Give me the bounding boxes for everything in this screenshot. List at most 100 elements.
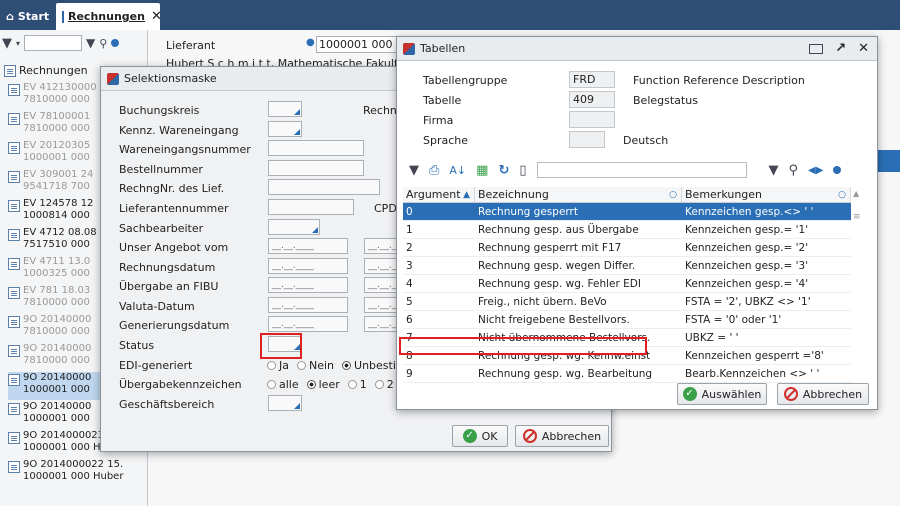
tree-item-line2: 7810000 000 — [23, 94, 90, 105]
funnel-icon[interactable]: ▼ — [769, 163, 779, 178]
print-icon[interactable]: ⎙ — [429, 163, 439, 178]
cell-bemerkungen: UBKZ = ' ' — [685, 332, 739, 344]
dot-icon[interactable] — [833, 166, 842, 174]
tabellengruppe-field[interactable]: FRD — [569, 71, 615, 88]
edi-radio-option[interactable]: Ja — [267, 359, 289, 372]
sel-input[interactable] — [268, 140, 364, 156]
table-row[interactable]: 0 Rechnung gesperrt Kennzeichen gesp.<> ' … — [403, 203, 851, 221]
keyboard-icon[interactable] — [809, 43, 824, 54]
tree-item-line2: 7810000 000 — [23, 297, 90, 308]
tree-item-line2: 7810000 000 — [23, 326, 90, 337]
tree-item-line2: 1000001 000 Huber — [23, 471, 124, 482]
tree-item-line2: 7810000 000 — [23, 123, 90, 134]
ueber-radio-option[interactable]: 1 — [347, 378, 367, 391]
document-icon — [8, 316, 20, 328]
auswaehlen-button[interactable]: ✓ Auswählen — [677, 383, 767, 405]
refresh-icon[interactable]: ↻ — [498, 163, 509, 178]
firma-field[interactable] — [569, 111, 615, 128]
sel-field-label: Wareneingangsnummer — [119, 143, 251, 156]
new-document-icon[interactable]: ▯ — [519, 163, 526, 178]
sel-input[interactable] — [268, 121, 302, 137]
filter-icon[interactable]: ▼ — [409, 163, 419, 178]
tab-start[interactable]: ⌂ Start — [2, 4, 52, 28]
tree-item[interactable]: 9O 2014000022 15. 1000001 000 Huber — [8, 459, 148, 487]
sel-input[interactable] — [268, 199, 354, 215]
table-row[interactable]: 3 Rechnung gesp. wegen Differ. Kennzeichen… — [403, 257, 851, 275]
sel-field-label: Übergabe an FIBU — [119, 280, 219, 293]
sel-field-label: EDI-generiert — [119, 359, 193, 372]
tabellen-dialog: Tabellen ↗ ✕ Tabellengruppe FRD Function… — [396, 36, 878, 410]
document-icon — [8, 345, 20, 357]
sel-input[interactable] — [268, 219, 320, 235]
document-icon — [8, 287, 20, 299]
close-icon[interactable]: ✕ — [858, 41, 869, 56]
cell-bezeichnung: Nicht freigebene Bestellvors. — [478, 314, 630, 326]
tabellen-search-input[interactable] — [536, 162, 747, 178]
sel-field-label: Status — [119, 339, 155, 352]
sel-input[interactable] — [268, 179, 380, 195]
cell-argument: 4 — [406, 278, 413, 290]
export-icon[interactable]: ▦ — [476, 163, 488, 178]
tree-item-line1: 9O 20140000 — [23, 343, 92, 354]
sel-input[interactable] — [268, 101, 302, 117]
ok-label: OK — [481, 429, 498, 443]
document-icon — [8, 258, 20, 270]
binoculars-icon[interactable]: ⚲ — [789, 163, 799, 178]
cell-argument: 5 — [406, 296, 413, 308]
tree-item-line2: 9541718 700 — [23, 181, 90, 192]
sort-icon[interactable]: A↓ — [449, 164, 466, 177]
dot-icon[interactable] — [111, 39, 120, 47]
tree-item-line2: 1000001 000 — [23, 384, 90, 395]
cell-bemerkungen: Kennzeichen gesp.= '2' — [685, 242, 809, 254]
table-row[interactable]: 5 Freig., nicht übern. BeVo FSTA = '2', UB… — [403, 293, 851, 311]
tree-search-input[interactable] — [24, 35, 83, 51]
ok-button[interactable]: ✓ OK — [452, 425, 508, 447]
table-row[interactable]: 1 Rechnung gesp. aus Übergabe Kennzeichen … — [403, 221, 851, 239]
date-input[interactable]: __.__.____ — [268, 297, 348, 313]
lieferant-field[interactable]: 1000001 000 10 — [316, 36, 406, 53]
document-icon — [62, 10, 64, 23]
column-header-argument[interactable]: Argument ▲ — [403, 187, 475, 202]
table-row[interactable]: 6 Nicht freigebene Bestellvors. FSTA = '0'… — [403, 311, 851, 329]
highlight-row-8 — [399, 337, 647, 355]
tabelle-field[interactable]: 409 — [569, 91, 615, 108]
document-icon — [8, 403, 20, 415]
date-input[interactable]: __.__.____ — [268, 316, 348, 332]
table-row[interactable]: 9 Rechnung gesp. wg. Bearbeitung Bearb.Ken… — [403, 365, 851, 383]
funnel-icon[interactable]: ▼ — [86, 36, 95, 50]
date-input[interactable]: __.__.____ — [268, 258, 348, 274]
home-icon: ⌂ — [6, 9, 14, 23]
cell-argument: 6 — [406, 314, 413, 326]
tree-root[interactable]: Rechnungen — [4, 64, 88, 77]
document-icon — [8, 461, 20, 473]
date-input[interactable]: __.__.____ — [268, 238, 348, 254]
sel-input[interactable] — [268, 395, 302, 411]
date-input[interactable]: __.__.____ — [268, 277, 348, 293]
table-row[interactable]: 2 Rechnung gesperrt mit F17 Kennzeichen ge… — [403, 239, 851, 257]
filter-icon[interactable]: ▼ — [2, 36, 12, 51]
close-icon[interactable]: ✕ — [151, 9, 162, 24]
column-header-bezeichnung[interactable]: Bezeichnung ○ — [475, 187, 682, 202]
cell-bemerkungen: Kennzeichen gesp.= '4' — [685, 278, 809, 290]
nav-arrows-icon[interactable]: ◀▶ — [808, 165, 823, 176]
sprache-field[interactable] — [569, 131, 605, 148]
grid-scrollbar[interactable]: ▲ ≡ — [853, 187, 863, 357]
edi-radio-option[interactable]: Nein — [297, 359, 334, 372]
sel-field-label: Rechnungsdatum — [119, 261, 216, 274]
ueber-radio-option[interactable]: 2 — [374, 378, 394, 391]
sel-input[interactable] — [268, 160, 364, 176]
column-header-bemerkungen[interactable]: Bemerkungen ○ — [682, 187, 851, 202]
sel-abbrechen-button[interactable]: Abbrechen — [515, 425, 609, 447]
app-icon — [403, 42, 415, 55]
ueber-radio-option[interactable]: alle — [267, 378, 299, 391]
sel-field-label: Sachbearbeiter — [119, 222, 204, 235]
expand-icon[interactable]: ↗ — [835, 41, 846, 56]
tab-rechnungen[interactable]: Rechnungen ✕ — [56, 3, 162, 30]
binoculars-icon[interactable]: ⚲ — [99, 37, 107, 50]
cell-bezeichnung: Freig., nicht übern. BeVo — [478, 296, 607, 308]
ueber-radio-option[interactable]: leer — [306, 378, 340, 391]
tabellen-abbrechen-button[interactable]: Abbrechen — [777, 383, 869, 405]
chevron-down-icon[interactable]: ▾ — [16, 39, 20, 48]
info-icon: ● — [306, 37, 315, 48]
table-row[interactable]: 4 Rechnung gesp. wg. Fehler EDI Kennzeiche… — [403, 275, 851, 293]
